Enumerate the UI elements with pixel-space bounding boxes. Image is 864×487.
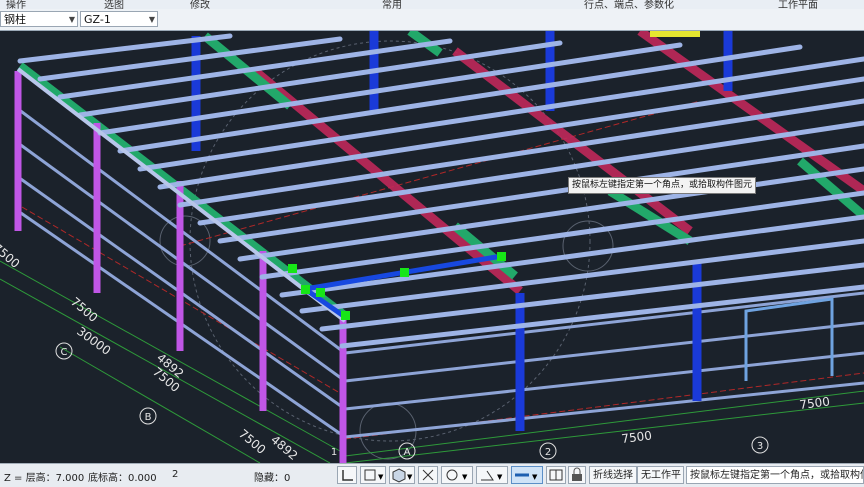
dimension-label: 7500 <box>621 428 653 446</box>
polyline-select-button[interactable]: 折线选择 <box>589 466 637 484</box>
orbit-guides <box>159 40 614 460</box>
command-prompt: 按鼠标左键指定第一个角点，或拾取构件图元 <box>686 466 864 484</box>
component-select[interactable]: GZ-1 ▼ <box>80 11 158 27</box>
line-icon[interactable]: ▼ <box>511 466 543 484</box>
chevron-down-icon: ▼ <box>68 15 75 24</box>
grid-icon[interactable] <box>546 466 566 484</box>
lock-icon[interactable] <box>568 466 586 484</box>
work-plane-select[interactable]: 无工作平 <box>637 466 684 484</box>
grip-handle[interactable] <box>301 285 310 294</box>
svg-text:▼: ▼ <box>378 473 384 481</box>
grip-handle[interactable] <box>288 264 297 273</box>
base-elevation-readout: 底标高：0.000 <box>88 473 157 484</box>
door-frame <box>744 297 834 381</box>
dimension-lines <box>0 260 864 463</box>
property-bar: 钢柱 ▼ GZ-1 ▼ <box>0 9 864 31</box>
structure-3d-view[interactable]: C B A 1 2 3 7500 7500 30000 4892 7500 75… <box>0 31 864 463</box>
status-bar: Z = 层高：7.000 底标高：0.000 2 隐藏：0 ▼ ▼ ▼ ▼ ▼ … <box>0 463 864 487</box>
axis-label: 2 <box>545 447 551 458</box>
chevron-down-icon: ▼ <box>148 15 155 24</box>
svg-text:▼: ▼ <box>407 473 413 481</box>
axis-label: B <box>145 412 152 423</box>
dimension-label: 7500 <box>0 241 22 271</box>
hidden-count: 隐藏：0 <box>254 473 291 484</box>
axis-label: 3 <box>757 441 763 452</box>
grip-handle[interactable] <box>497 252 506 261</box>
axis-label: 1 <box>331 447 337 458</box>
axis-label: A <box>404 447 411 458</box>
category-value: 钢柱 <box>4 13 26 26</box>
dimension-label: 7500 <box>68 295 100 325</box>
floor-height-readout: Z = 层高：7.000 <box>4 473 85 484</box>
category-select[interactable]: 钢柱 ▼ <box>0 11 78 27</box>
grip-handle[interactable] <box>316 288 325 297</box>
dimension-label: 7500 <box>799 394 831 412</box>
svg-text:▼: ▼ <box>532 473 538 481</box>
view-cube-icon[interactable]: ▼ <box>389 466 415 484</box>
angle-icon[interactable]: ▼ <box>476 466 508 484</box>
grip-handle[interactable] <box>400 268 409 277</box>
component-value: GZ-1 <box>84 13 111 26</box>
cursor-tooltip: 按鼠标左键指定第一个角点，或拾取构件图元 <box>568 177 757 194</box>
selection-count: 2 <box>172 469 179 480</box>
model-viewport[interactable]: C B A 1 2 3 7500 7500 30000 4892 7500 75… <box>0 31 864 463</box>
axis-icon[interactable] <box>337 466 357 484</box>
select-rect-icon[interactable]: ▼ <box>360 466 386 484</box>
highlight-marker <box>650 31 700 37</box>
rotate-icon[interactable]: ▼ <box>441 466 473 484</box>
svg-text:▼: ▼ <box>462 473 468 481</box>
delete-icon[interactable] <box>418 466 438 484</box>
axis-label: C <box>61 347 68 358</box>
dimension-label: 30000 <box>74 324 113 358</box>
svg-text:▼: ▼ <box>497 473 503 481</box>
grip-handle[interactable] <box>341 311 350 320</box>
